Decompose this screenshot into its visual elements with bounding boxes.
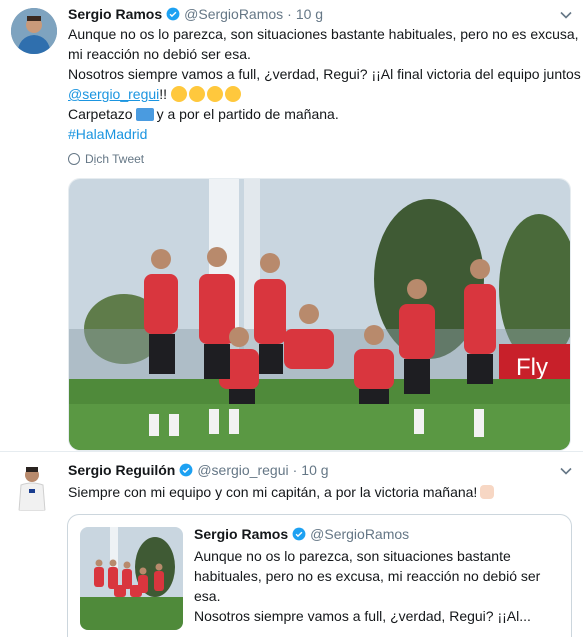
avatar-sergio-reguilon[interactable] (17, 465, 47, 511)
chevron-down-icon[interactable] (560, 467, 572, 475)
verified-badge-icon (179, 463, 193, 477)
tweet-text-content: Siempre con mi equipo y con mi capitán, … (68, 484, 478, 500)
author-handle[interactable]: @SergioRamos (184, 6, 283, 22)
flexed-biceps-emoji (480, 485, 495, 499)
tweet-text: Siempre con mi equipo y con mi capitán, … (68, 482, 573, 502)
author-name[interactable]: Sergio Ramos (68, 6, 162, 22)
chevron-down-icon[interactable] (560, 11, 572, 19)
translate-tweet-button[interactable]: Dịch Tweet (68, 152, 144, 166)
separator: · (292, 462, 298, 478)
quoted-line: esa. (194, 588, 221, 604)
timestamp[interactable]: 10 g (301, 462, 328, 478)
quoted-tweet[interactable]: Sergio Ramos @SergioRamos Aunque no os l… (67, 514, 572, 637)
globe-icon (68, 153, 80, 165)
author-handle[interactable]: @sergio_regui (197, 462, 288, 478)
laughing-emoji (188, 86, 205, 102)
tweet-line: Nosotros siempre vamos a full, ¿verdad, … (68, 66, 581, 82)
folder-emoji (135, 108, 154, 121)
quoted-tweet-text: Aunque no os lo parezca, son situaciones… (194, 546, 564, 626)
mention-link[interactable]: @sergio_regui (68, 86, 159, 102)
tweet-sergio-ramos[interactable]: Sergio Ramos @SergioRamos · 10 g Aunque … (0, 0, 583, 452)
quoted-tweet-thumbnail (80, 527, 183, 630)
quoted-author-name: Sergio Ramos (194, 526, 289, 542)
tweet-header: Sergio Reguilón @sergio_regui · 10 g (68, 462, 329, 478)
translate-label: Dịch Tweet (85, 152, 145, 166)
banner-text: Fly (516, 354, 548, 381)
quoted-line: habituales, pero no es excusa, mi reacci… (194, 568, 541, 584)
carpetazo-rest: y a por el partido de mañana. (156, 106, 339, 122)
tweet-text: Aunque no os lo parezca, son situaciones… (68, 24, 581, 144)
author-name[interactable]: Sergio Reguilón (68, 462, 175, 478)
tweet-line-carpetazo: Carpetazo y a por el partido de mañana. (68, 104, 578, 124)
tweet-header: Sergio Ramos @SergioRamos · 10 g (68, 6, 323, 22)
quoted-author-handle: @SergioRamos (310, 526, 410, 542)
verified-badge-icon (292, 527, 306, 541)
laughing-emoji (224, 86, 241, 102)
tweet-divider (0, 451, 583, 452)
quoted-tweet-header: Sergio Ramos @SergioRamos (194, 526, 409, 542)
quoted-line: Aunque no os lo parezca, son situaciones… (194, 548, 511, 564)
tweet-line: mi reacción no debió ser esa. (68, 46, 251, 62)
quoted-line: Nosotros siempre vamos a full, ¿verdad, … (194, 608, 531, 624)
tweet-line: Aunque no os lo parezca, son situaciones… (68, 26, 579, 42)
tweet-photo[interactable]: Fly (68, 178, 571, 451)
hashtag-link[interactable]: #HalaMadrid (68, 124, 578, 144)
tweet-line: Siempre con mi equipo y con mi capitán, … (68, 482, 573, 502)
carpetazo-text: Carpetazo (68, 106, 133, 122)
mention-suffix: !! (159, 86, 168, 102)
laughing-emoji (206, 86, 223, 102)
tweet-line-mention: @sergio_regui!! (68, 84, 578, 104)
timestamp[interactable]: 10 g (296, 6, 323, 22)
verified-badge-icon (166, 7, 180, 21)
separator: · (287, 6, 292, 22)
avatar-sergio-ramos[interactable] (11, 8, 57, 54)
laughing-emoji (170, 86, 187, 102)
